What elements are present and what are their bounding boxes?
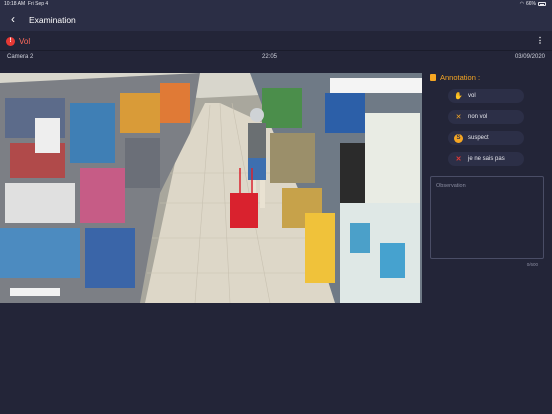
camera-video-frame[interactable]: [0, 73, 422, 303]
alert-icon: !: [6, 37, 15, 46]
alert-bar: ! Vol ⋮: [0, 35, 552, 48]
suspect-icon: S: [454, 133, 463, 143]
page-title: Examination: [29, 15, 76, 25]
battery-icon: [538, 2, 546, 6]
wifi-icon: ◠: [519, 1, 524, 7]
chevron-left-icon: ‹: [11, 12, 15, 26]
observation-field[interactable]: Observation: [430, 176, 544, 259]
info-bar: Camera 2 22:05 03/09/2020: [0, 50, 552, 62]
status-bar: 10:18 AM Fri Sep 4 ◠ 66%: [0, 0, 552, 9]
hand-icon: ✋: [454, 92, 463, 100]
option-unknown[interactable]: ✕ je ne sais pas: [448, 152, 524, 166]
camera-name: Camera 2: [7, 54, 34, 60]
option-label: vol: [468, 93, 476, 99]
battery-percent: 66%: [525, 1, 536, 7]
navigation-bar: ‹ Examination: [0, 9, 552, 31]
option-label: suspect: [468, 135, 489, 141]
option-suspect[interactable]: S suspect: [448, 131, 524, 145]
option-label: je ne sais pas: [468, 156, 505, 162]
store-scene-image: [0, 73, 422, 303]
option-non-vol[interactable]: ✕ non vol: [448, 110, 524, 124]
option-label: non vol: [468, 114, 488, 120]
annotation-title-label: Annotation :: [440, 73, 481, 82]
character-counter: 0/600: [526, 262, 538, 267]
observation-placeholder: Observation: [436, 183, 466, 189]
annotation-title: Annotation :: [430, 73, 480, 82]
event-date: 03/09/2020: [514, 54, 545, 60]
status-right: ◠ 66%: [520, 1, 546, 7]
event-time: 22:05: [262, 54, 278, 60]
alert-label: Vol: [19, 37, 31, 46]
option-vol[interactable]: ✋ vol: [448, 89, 524, 103]
document-icon: [430, 74, 436, 81]
back-button[interactable]: ‹: [6, 12, 20, 26]
no-hand-icon: ✕: [455, 113, 462, 121]
more-options-icon[interactable]: ⋮: [536, 36, 544, 45]
status-time: 10:18 AM: [4, 1, 26, 7]
cross-icon: ✕: [455, 155, 462, 163]
status-time-date: 10:18 AM Fri Sep 4: [4, 1, 48, 7]
status-date: Fri Sep 4: [27, 1, 49, 7]
